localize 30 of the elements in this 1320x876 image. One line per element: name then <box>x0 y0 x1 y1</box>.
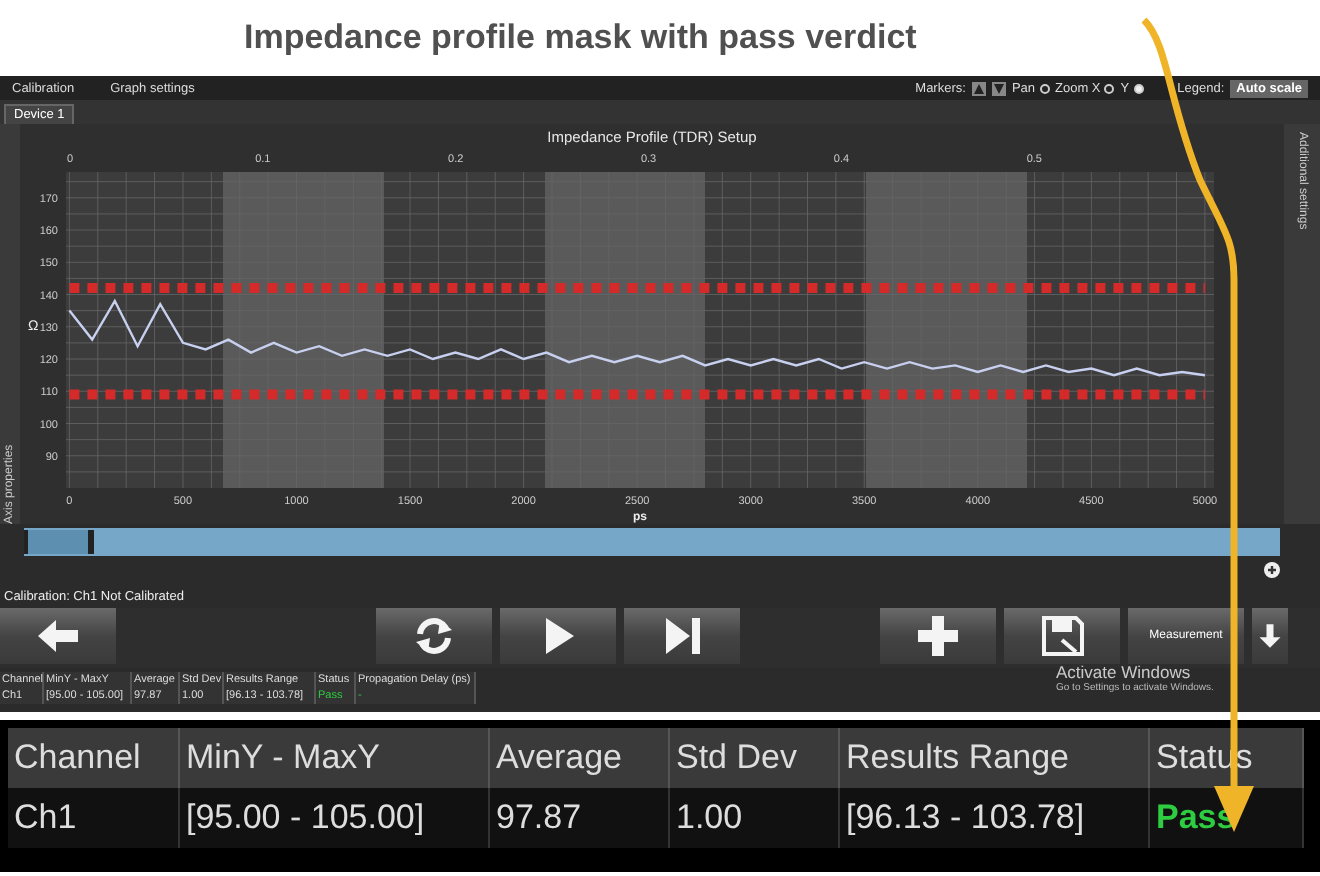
column-header: Channel <box>8 728 180 788</box>
mode-radio[interactable] <box>1133 83 1144 93</box>
step-button[interactable] <box>624 608 740 664</box>
save-button[interactable] <box>1004 608 1120 664</box>
save-icon <box>1038 616 1086 656</box>
caption-title: Impedance profile mask with pass verdict <box>244 18 917 58</box>
table-cell: Ch1 <box>8 788 180 848</box>
column-header: MinY - MaxY <box>180 728 490 788</box>
back-button[interactable] <box>0 608 116 664</box>
scrollbar-thumb[interactable] <box>24 530 94 554</box>
marker-up-button[interactable] <box>971 81 986 95</box>
table-cell: 97.87 <box>490 788 670 848</box>
scrollbar[interactable] <box>24 528 1280 556</box>
column-header: Average <box>490 728 670 788</box>
activation-title: Activate Windows <box>1056 662 1193 682</box>
column-header: Std Dev <box>670 728 840 788</box>
table-cell: 1.00 <box>670 788 840 848</box>
column-header: Results Range <box>840 728 1150 788</box>
download-button[interactable] <box>1252 608 1288 664</box>
add-button[interactable] <box>880 608 996 664</box>
table-cell: [95.00 - 105.00] <box>180 788 490 848</box>
table-cell: [96.13 - 103.78] <box>840 788 1150 848</box>
left-arrow-icon <box>34 616 82 656</box>
play-button[interactable] <box>500 608 616 664</box>
marker-down-button[interactable] <box>991 81 1006 95</box>
mode-radio[interactable] <box>1104 83 1115 93</box>
add-circle-icon[interactable] <box>1264 562 1280 578</box>
mode-radio[interactable] <box>1039 83 1050 93</box>
refresh-button[interactable] <box>376 608 492 664</box>
plus-icon <box>914 616 962 656</box>
